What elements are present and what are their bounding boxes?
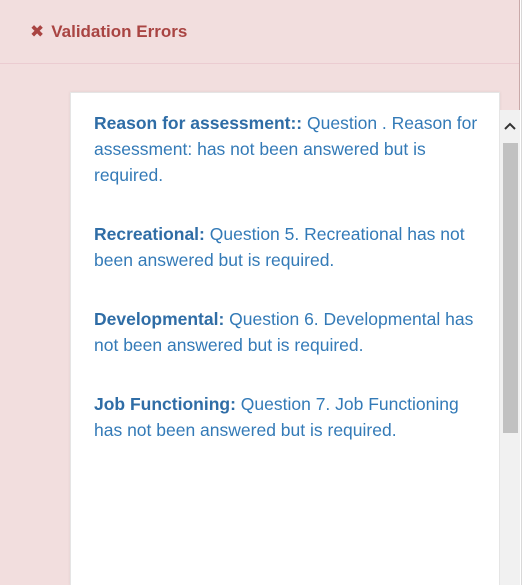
error-list: Reason for assessment:: Question . Reaso… [94, 110, 482, 476]
error-list-container: Reason for assessment:: Question . Reaso… [70, 92, 500, 585]
panel-title: Validation Errors [51, 21, 188, 41]
scrollbar[interactable] [500, 110, 520, 585]
x-icon: ✖ [30, 22, 45, 41]
error-field-label: Job Functioning: [94, 394, 236, 414]
error-item[interactable]: Recreational: Question 5. Recreational h… [94, 221, 482, 273]
panel-heading: ✖ Validation Errors [0, 0, 519, 64]
validation-errors-panel: ✖ Validation Errors Reason for assessmen… [0, 0, 520, 585]
error-item[interactable]: Job Functioning: Question 7. Job Functio… [94, 391, 482, 443]
error-item[interactable]: Developmental: Question 6. Developmental… [94, 306, 482, 358]
chevron-up-icon[interactable] [500, 110, 520, 142]
error-field-label: Reason for assessment:: [94, 113, 303, 133]
error-field-label: Recreational: [94, 224, 205, 244]
window-edge [521, 0, 530, 585]
scrollbar-thumb[interactable] [503, 143, 518, 433]
error-item[interactable]: Reason for assessment:: Question . Reaso… [94, 110, 482, 188]
error-field-label: Developmental: [94, 309, 225, 329]
